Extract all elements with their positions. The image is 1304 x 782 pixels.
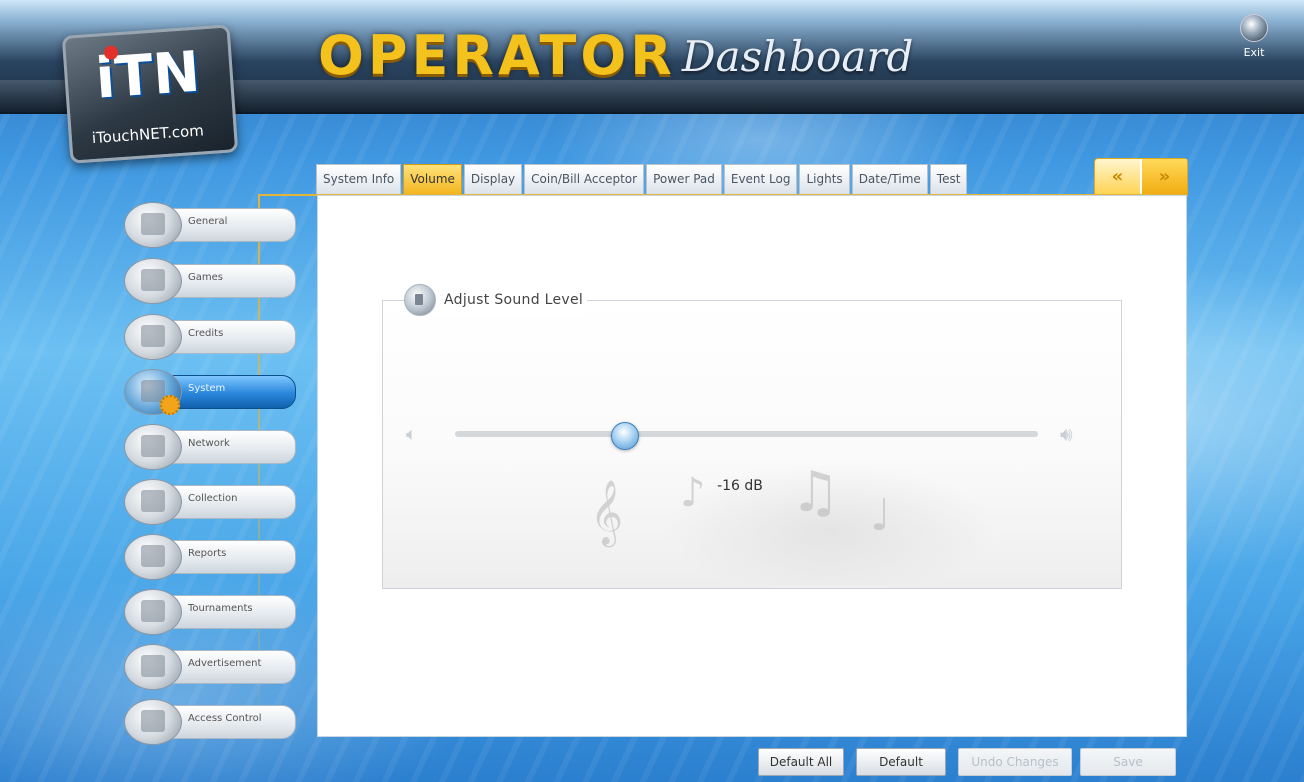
settings-tabs: System Info Volume Display Coin/Bill Acc… (316, 164, 969, 194)
sidebar-item-system[interactable]: System (122, 369, 296, 415)
tab-prev-button[interactable]: « (1095, 159, 1140, 197)
sidebar-item-general[interactable]: General (122, 202, 296, 248)
tab-coin-bill-acceptor[interactable]: Coin/Bill Acceptor (524, 164, 645, 194)
tab-lights[interactable]: Lights (799, 164, 850, 194)
sidebar-item-access-control[interactable]: Access Control (122, 699, 296, 745)
sound-level-title: Adjust Sound Level (444, 292, 584, 308)
tab-date-time[interactable]: Date/Time (851, 164, 928, 194)
app-title: OPERATOR Dashboard (318, 16, 913, 86)
app-title-main: OPERATOR (318, 24, 676, 87)
credits-icon (124, 314, 182, 360)
trophy-icon (124, 589, 182, 635)
sidebar-item-games[interactable]: Games (122, 258, 296, 304)
joystick-icon (124, 258, 182, 304)
sidebar-item-label: Collection (188, 493, 238, 504)
sidebar-item-label: Credits (188, 328, 224, 339)
volume-level-readout: -16 dB (717, 478, 763, 494)
sidebar-item-network[interactable]: Network (122, 424, 296, 470)
speaker-low-icon: 🔈︎ (406, 424, 417, 445)
app-title-sub: Dashboard (681, 32, 914, 81)
sidebar-item-label: General (188, 216, 228, 227)
sidebar-item-credits[interactable]: Credits (122, 314, 296, 360)
default-button[interactable]: Default (856, 748, 946, 776)
save-button[interactable]: Save (1080, 748, 1176, 776)
tab-test[interactable]: Test (929, 164, 968, 194)
tab-system-info[interactable]: System Info (316, 164, 402, 194)
sidebar-item-label: Games (188, 272, 223, 283)
itouchnet-logo: iTN iTouchNET.com (61, 24, 239, 164)
network-icon (124, 424, 182, 470)
logo-name: iTouchNET.com (91, 121, 205, 148)
default-all-button[interactable]: Default All (758, 748, 844, 776)
tab-display[interactable]: Display (463, 164, 523, 194)
sidebar-item-label: System (188, 383, 226, 394)
speaker-high-icon: 🔊︎ (1060, 422, 1073, 446)
sidebar-item-advertisement[interactable]: Advertisement (122, 644, 296, 690)
tab-power-pad[interactable]: Power Pad (646, 164, 722, 194)
sidebar-item-label: Network (188, 438, 230, 449)
sidebar-item-reports[interactable]: Reports (122, 534, 296, 580)
sidebar-item-label: Tournaments (188, 603, 253, 614)
sound-level-group (382, 300, 1122, 589)
advertisement-icon (124, 644, 182, 690)
volume-slider-track[interactable] (455, 431, 1038, 437)
tab-scroll-nav: « » (1094, 158, 1188, 198)
sidebar-item-label: Access Control (188, 713, 262, 724)
report-icon (124, 534, 182, 580)
cabinet-icon (124, 202, 182, 248)
money-bag-icon (124, 479, 182, 525)
exit-button[interactable]: Exit (1232, 10, 1276, 70)
sound-level-legend: Adjust Sound Level (404, 284, 588, 316)
exit-icon (1240, 14, 1268, 42)
tab-volume[interactable]: Volume (403, 164, 462, 194)
volume-slider-thumb[interactable] (611, 422, 640, 450)
sidebar-item-label: Advertisement (188, 658, 262, 669)
tab-event-log[interactable]: Event Log (723, 164, 798, 194)
exit-label: Exit (1243, 46, 1265, 59)
tab-next-button[interactable]: » (1140, 159, 1187, 197)
keypad-icon (124, 699, 182, 745)
undo-changes-button[interactable]: Undo Changes (958, 748, 1072, 776)
sidebar-item-tournaments[interactable]: Tournaments (122, 589, 296, 635)
sidebar-item-collection[interactable]: Collection (122, 479, 296, 525)
gear-icon (160, 395, 180, 415)
sidebar-item-label: Reports (188, 548, 227, 559)
speaker-icon (404, 284, 436, 316)
